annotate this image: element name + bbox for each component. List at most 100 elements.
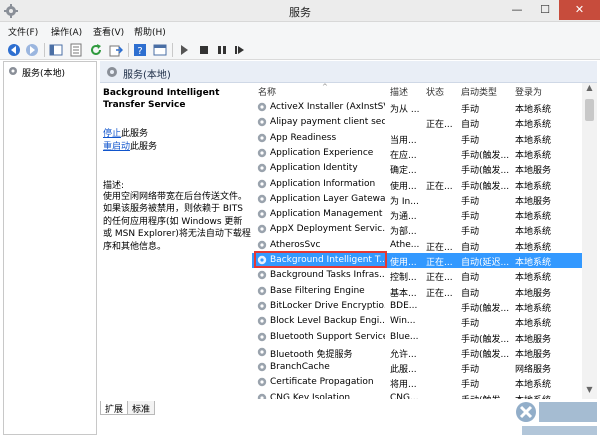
show-hide-tree-icon[interactable] [48,42,64,58]
service-gear-icon [256,254,268,266]
service-row[interactable]: BranchCache 此服... 手动 网络服务 [252,360,582,375]
service-row[interactable]: Background Intelligent T... 使用... 正在... 自动(… [252,253,582,268]
description-pane: Background Intelligent Transfer Service … [100,83,251,399]
service-startup-cell: 手动 [461,365,480,376]
service-logon-cell: 本地系统 [515,212,552,223]
menu-action[interactable]: 操作(A) [51,25,82,38]
service-row[interactable]: Application Identity 确定... 手动(触发... 本地服务 [252,161,582,176]
service-desc-cell: 使用... [390,258,417,268]
export-icon[interactable] [108,42,124,58]
service-desc-cell: Blue... [390,331,419,342]
service-row[interactable]: Bluetooth 免提服务 允许... 手动(触发... 本地服务 [252,345,582,360]
column-header-startup-type[interactable]: 启动类型 [461,85,497,98]
service-row[interactable]: Application Information 使用... 正在... 手动(触发..… [252,177,582,192]
service-row[interactable]: AtherosSvc Athe... 正在... 自动 本地系统 [252,238,582,253]
service-desc-cell: 使用... [390,181,417,192]
service-name-cell: Application Experience [270,147,374,158]
close-button[interactable]: ✕ [559,0,600,20]
service-startup-cell: 自动 [461,273,480,284]
service-row[interactable]: Block Level Backup Engi... Win... 手动 本地系统 [252,314,582,329]
service-logon-cell: 网络服务 [515,365,552,376]
service-desc-cell: CNG... [390,392,419,399]
service-name-cell: ActiveX Installer (AxInstSV) [270,102,385,112]
column-header-logon-as[interactable]: 登录为 [515,85,542,98]
back-icon[interactable] [6,42,22,58]
refresh-icon[interactable] [88,42,104,58]
service-row[interactable]: Bluetooth Support Service Blue... 手动(触发...… [252,330,582,345]
service-startup-cell: 手动 [461,380,480,391]
mmc-icon[interactable] [152,42,168,58]
column-header-status[interactable]: 状态 [426,85,444,98]
service-startup-cell: 手动(触发... [461,334,510,345]
service-startup-cell: 自动 [461,242,480,253]
service-startup-cell: 自动 [461,120,480,131]
service-status-cell: 正在... [426,120,453,131]
service-gear-icon [256,239,268,251]
stop-icon[interactable] [196,42,212,58]
menu-help[interactable]: 帮助(H) [134,25,166,38]
stop-service-link[interactable]: 停止 [103,129,121,139]
service-gear-icon [256,376,268,388]
service-startup-cell: 手动 [461,135,480,146]
service-row[interactable]: AppX Deployment Servic... 为部... 手动 本地系统 [252,222,582,237]
service-startup-cell: 自动(延迟... [461,258,510,268]
service-row[interactable]: Alipay payment client sec... 正在... 自动 本地系统 [252,115,582,130]
service-gear-icon [256,285,268,297]
service-row[interactable]: Application Layer Gatewa... 为 In... 手动 本地服务 [252,192,582,207]
service-logon-cell: 本地服务 [515,349,552,360]
maximize-button[interactable]: ☐ [531,0,559,20]
service-name-cell: AppX Deployment Servic... [270,224,385,235]
service-row[interactable]: Application Experience 在应... 手动(触发... 本地系统 [252,146,582,161]
view-tabs: 扩展 标准 [100,401,400,417]
service-desc-cell: 此服... [390,365,417,376]
tab-extended[interactable]: 扩展 [100,401,129,415]
forward-icon[interactable] [24,42,40,58]
tab-standard[interactable]: 标准 [127,401,156,415]
service-logon-cell: 本地系统 [515,303,552,314]
service-logon-cell: 本地系统 [515,150,552,161]
menu-view[interactable]: 查看(V) [93,25,124,38]
service-startup-cell: 手动 [461,105,480,115]
pause-icon[interactable] [214,42,230,58]
service-gear-icon [256,269,268,281]
restart-icon[interactable] [232,42,248,58]
minimize-button[interactable]: — [503,0,531,20]
help-icon[interactable]: ? [132,42,148,58]
service-gear-icon [256,208,268,220]
restart-service-link[interactable]: 重启动 [103,142,130,152]
service-logon-cell: 本地服务 [515,334,552,345]
properties-icon[interactable] [68,42,84,58]
tree-node-services-local[interactable]: 服务(本地) [7,65,65,79]
scroll-up-icon[interactable]: ▲ [582,83,597,97]
svg-text:?: ? [137,46,142,57]
menu-file[interactable]: 文件(F) [8,25,38,38]
service-row[interactable]: App Readiness 当用... 手动 本地系统 [252,131,582,146]
service-name-cell: AtherosSvc [270,239,321,250]
service-logon-cell: 本地服务 [515,166,552,177]
service-row[interactable]: Base Filtering Engine 基本... 正在... 自动 本地服务 [252,284,582,299]
toolbar-separator [44,43,45,57]
service-startup-cell: 手动(触发... [461,349,510,360]
service-name-cell: Application Management [270,209,383,220]
service-row[interactable]: ActiveX Installer (AxInstSV) 为从 ... 手动 本地系统 [252,100,582,115]
service-desc-cell: Win... [390,316,416,327]
service-desc-cell: 为 In... [390,196,419,207]
service-row[interactable]: Background Tasks Infras... 控制... 正在... 自动 本地… [252,268,582,283]
service-desc-cell: Athe... [390,239,420,250]
services-gear-icon [105,65,119,82]
play-icon[interactable] [176,42,192,58]
vertical-scrollbar[interactable]: ▲ ▼ [582,83,597,399]
service-row[interactable]: Application Management 为通... 手动 本地系统 [252,207,582,222]
service-row[interactable]: BitLocker Drive Encryptio... BDE... 手动(触发.… [252,299,582,314]
service-gear-icon [256,147,268,159]
service-logon-cell: 本地系统 [515,380,552,391]
service-logon-cell: 本地系统 [515,120,552,131]
column-header-name[interactable]: 名称 ^ [258,83,328,98]
service-name-cell: Background Intelligent T... [270,255,385,265]
service-row[interactable]: Certificate Propagation 将用... 手动 本地系统 [252,375,582,390]
service-startup-cell: 手动(触发... [461,393,513,399]
column-header-description[interactable]: 描述 [390,85,408,98]
service-logon-cell: 本地系统 [515,242,552,253]
service-gear-icon [256,132,268,144]
scroll-thumb[interactable] [585,99,594,121]
